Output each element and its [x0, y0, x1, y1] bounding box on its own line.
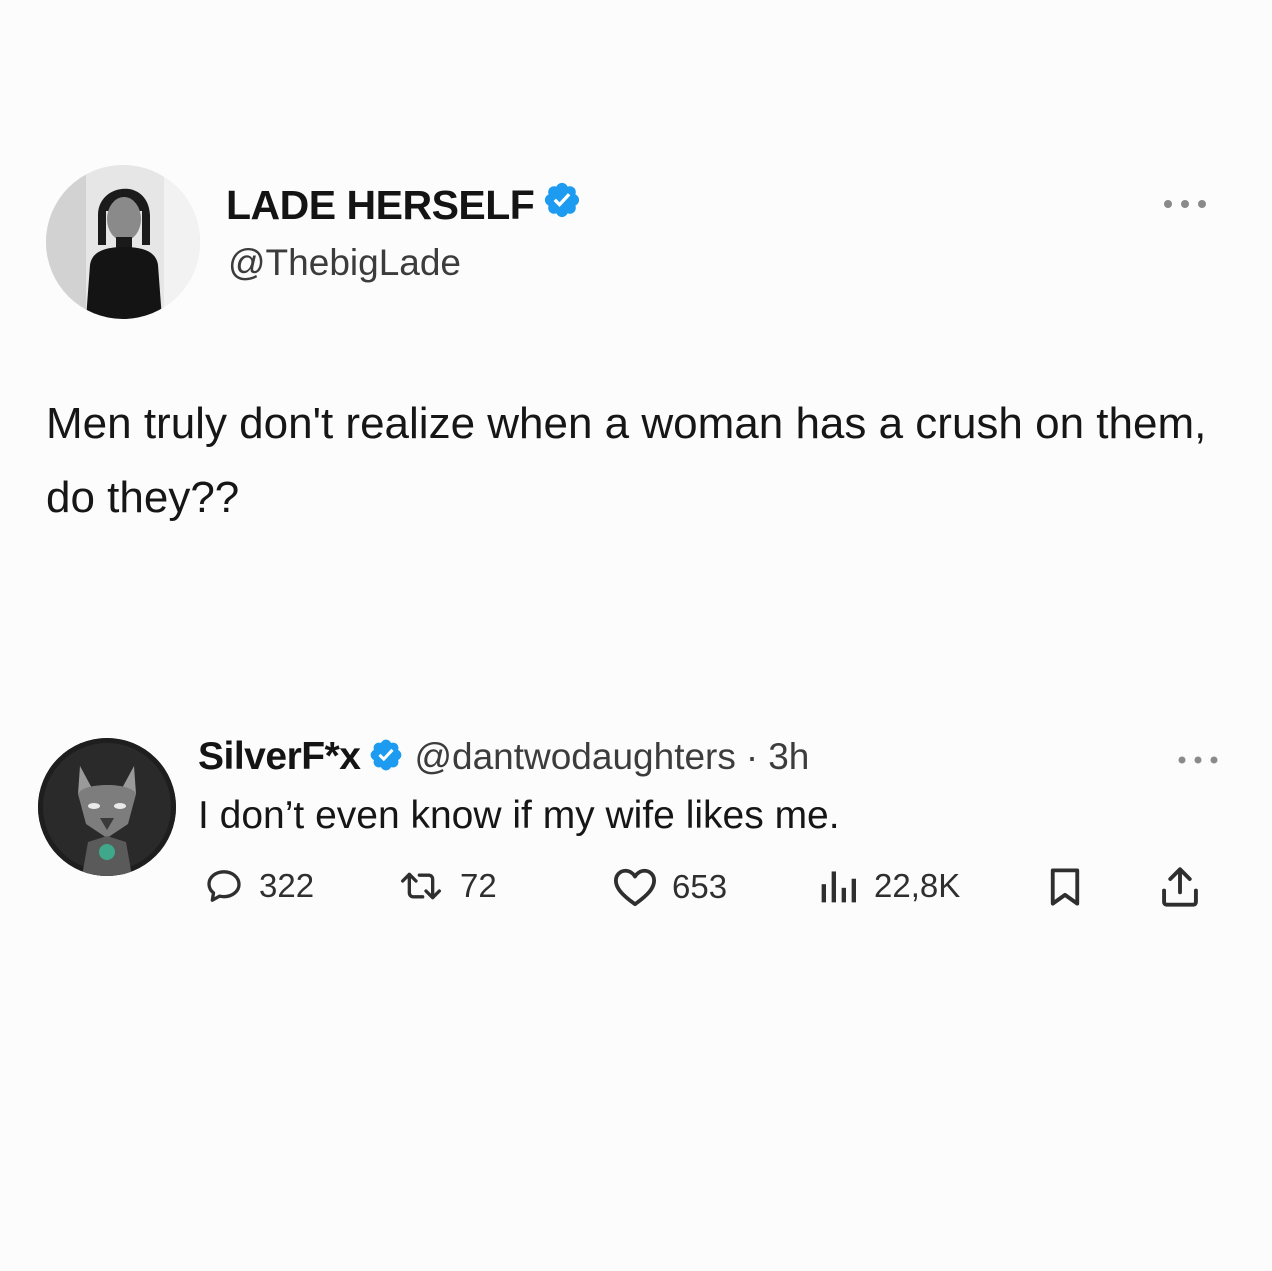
heart-icon [614, 868, 656, 907]
like-button[interactable]: 653 [612, 866, 727, 908]
share-button[interactable] [1158, 864, 1202, 910]
like-count: 653 [672, 868, 728, 905]
view-count: 22,8K [874, 867, 961, 904]
reply-bubble-icon [207, 870, 241, 902]
retweet-count: 72 [460, 867, 497, 904]
display-name-text: LADE HERSELF [226, 181, 535, 228]
reply-handle[interactable]: @dantwodaughters [414, 736, 735, 778]
reply-text: I don’t even know if my wife likes me. [198, 794, 840, 837]
retweet-icon [401, 872, 441, 900]
tweet-text: Men truly don't realize when a woman has… [46, 399, 1207, 522]
wolf-avatar [38, 738, 176, 876]
reply-timestamp[interactable]: 3h [768, 736, 809, 778]
retweet-button[interactable]: 72 [396, 866, 497, 906]
verified-badge-icon [368, 737, 404, 778]
bookmark-icon [1050, 868, 1080, 906]
reply-count: 322 [259, 867, 315, 904]
handle[interactable]: @ThebigLade [228, 242, 461, 284]
reply-header: SilverF*x @dantwodaughters · 3h [198, 735, 809, 779]
verified-badge-icon [542, 180, 582, 230]
reply-avatar[interactable] [38, 738, 176, 876]
woman-portrait-avatar [46, 165, 200, 319]
reply-button[interactable]: 322 [203, 866, 314, 906]
reply-display-name[interactable]: SilverF*x [198, 735, 361, 779]
avatar[interactable] [46, 165, 200, 319]
more-dots-icon[interactable] [1175, 753, 1221, 772]
display-name[interactable]: LADE HERSELF [226, 180, 582, 230]
views-button[interactable]: 22,8K [816, 866, 960, 906]
views-bar-chart-icon [821, 871, 856, 903]
separator-dot: · [745, 736, 759, 777]
bookmark-button[interactable] [1046, 866, 1084, 908]
more-dots-icon[interactable] [1160, 196, 1210, 217]
share-upload-icon [1162, 867, 1198, 907]
